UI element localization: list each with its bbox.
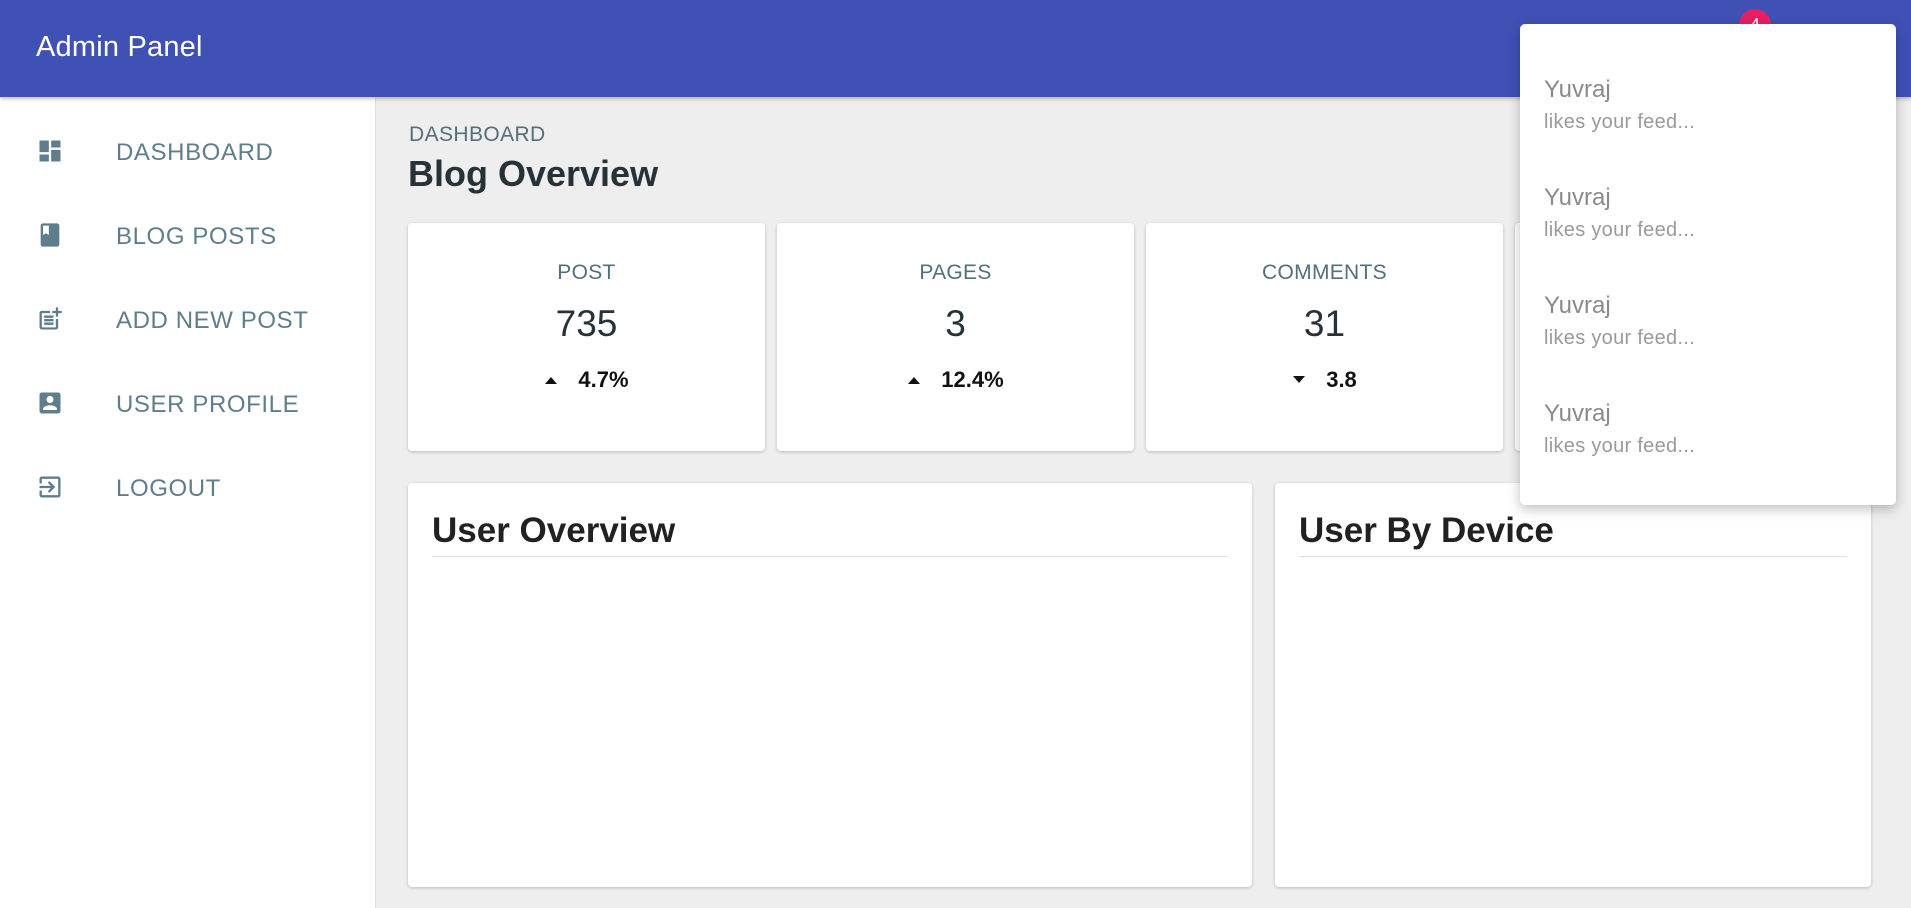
sidebar-item-label: DASHBOARD <box>116 139 274 166</box>
stat-card-pages: PAGES 3 12.4% <box>777 223 1134 451</box>
notification-item[interactable]: Yuvraj likes your feed... <box>1544 76 1874 166</box>
app-title: Admin Panel <box>36 31 203 63</box>
notification-message: likes your feed... <box>1544 219 1696 241</box>
sidebar: DASHBOARD BLOG POSTS ADD NEW POST USER P… <box>0 97 376 908</box>
notification-item[interactable]: Yuvraj likes your feed... <box>1544 400 1874 490</box>
stat-change-value: 4.7% <box>578 367 629 392</box>
notification-message: likes your feed... <box>1544 435 1696 457</box>
notification-message: likes your feed... <box>1544 111 1696 133</box>
divider <box>1299 556 1847 557</box>
panel-user-overview: User Overview <box>408 483 1252 887</box>
sidebar-item-label: ADD NEW POST <box>116 307 309 334</box>
notification-item[interactable]: Yuvraj likes your feed... <box>1544 292 1874 382</box>
stat-change: 3.8 <box>1146 367 1503 393</box>
sidebar-item-user-profile[interactable]: USER PROFILE <box>0 361 376 445</box>
notification-name: Yuvraj <box>1544 400 1611 427</box>
divider <box>432 556 1228 557</box>
page-title: Blog Overview <box>408 153 659 194</box>
breadcrumb: DASHBOARD <box>409 123 546 146</box>
stat-change-value: 3.8 <box>1326 367 1357 392</box>
stat-card-comments: COMMENTS 31 3.8 <box>1146 223 1503 451</box>
notifications-popover: Yuvraj likes your feed... Yuvraj likes y… <box>1520 24 1896 505</box>
stat-value: 3 <box>945 303 966 344</box>
sidebar-item-add-new-post[interactable]: ADD NEW POST <box>0 277 376 361</box>
sidebar-item-label: USER PROFILE <box>116 391 300 418</box>
sidebar-item-label: BLOG POSTS <box>116 223 277 250</box>
stat-label: COMMENTS <box>1262 261 1387 284</box>
arrow-up-icon <box>545 377 558 384</box>
stat-card-post: POST 735 4.7% <box>408 223 765 451</box>
account-box-icon <box>39 392 61 414</box>
exit-icon <box>39 476 61 498</box>
stat-change-value: 12.4% <box>941 367 1004 392</box>
stat-label: PAGES <box>919 261 992 284</box>
notification-name: Yuvraj <box>1544 76 1611 103</box>
notification-name: Yuvraj <box>1544 292 1611 319</box>
stat-change: 4.7% <box>408 367 765 393</box>
panel-title: User By Device <box>1299 511 1554 550</box>
sidebar-item-blog-posts[interactable]: BLOG POSTS <box>0 193 376 277</box>
notification-item[interactable]: Yuvraj likes your feed... <box>1544 184 1874 274</box>
dashboard-icon <box>39 140 61 162</box>
stat-value: 31 <box>1303 303 1346 344</box>
sidebar-item-logout[interactable]: LOGOUT <box>0 445 376 529</box>
notification-message: likes your feed... <box>1544 327 1696 349</box>
notification-name: Yuvraj <box>1544 184 1611 211</box>
stat-label: POST <box>557 261 616 284</box>
panel-user-by-device: User By Device <box>1275 483 1871 887</box>
stat-value: 735 <box>555 303 618 344</box>
book-icon <box>40 223 60 247</box>
stat-change: 12.4% <box>777 367 1134 393</box>
sidebar-item-label: LOGOUT <box>116 475 221 502</box>
arrow-up-icon <box>908 377 921 384</box>
arrow-down-icon <box>1293 376 1306 383</box>
post-add-icon <box>39 307 62 330</box>
sidebar-item-dashboard[interactable]: DASHBOARD <box>0 109 376 193</box>
panel-title: User Overview <box>432 511 676 550</box>
